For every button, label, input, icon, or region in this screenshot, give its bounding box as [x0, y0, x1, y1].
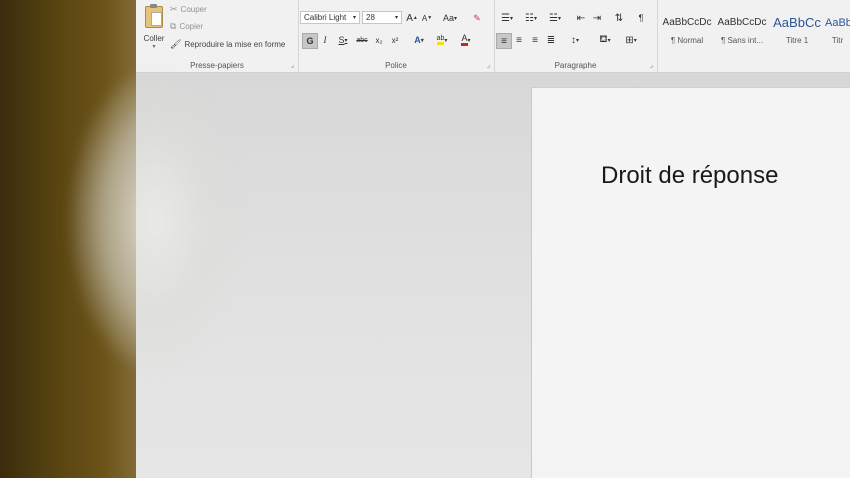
style-sample: AaBb — [825, 17, 850, 29]
clear-formatting-button[interactable]: ✎ — [470, 11, 484, 25]
font-family-value: Calibri Light — [304, 13, 347, 22]
paint-bucket-icon: ⛾ — [599, 33, 608, 45]
font-size-select[interactable]: 28 ▾ — [362, 11, 402, 24]
font-group: Calibri Light ▾ 28 ▾ A ▲ A ▼ Aa ▾ ✎ G I S ▾ … — [298, 0, 495, 72]
align-right-button[interactable]: ≡ — [528, 33, 542, 47]
style-name: ¶ Normal — [670, 36, 704, 45]
numbered-list-icon: ☷ — [525, 12, 534, 24]
multilevel-list-icon: ☱ — [549, 12, 558, 24]
chevron-down-icon: ▾ — [394, 15, 398, 21]
clipboard-icon — [145, 4, 163, 28]
cut-button[interactable]: ✂ Couper — [170, 4, 207, 15]
subscript-label: x₂ — [375, 35, 383, 45]
ribbon: Coller ▾ ✂ Couper ⧉ Copier 🖌 Reproduire … — [136, 0, 850, 73]
shrink-font-button[interactable]: A ▼ — [421, 11, 433, 25]
increase-indent-icon: ⇥ — [592, 12, 602, 24]
grow-font-button[interactable]: A ▲ — [406, 11, 418, 25]
dialog-launcher-icon[interactable]: ⌟ — [487, 61, 490, 69]
superscript-button[interactable]: x² — [388, 33, 402, 47]
style-heading-2[interactable]: AaBb Titr — [825, 8, 850, 52]
paintbrush-icon: 🖌 — [170, 39, 182, 49]
grow-font-icon: A — [406, 12, 413, 24]
document-canvas[interactable]: Droit de réponse — [136, 73, 850, 478]
align-center-icon: ≡ — [516, 34, 522, 46]
style-name: ¶ Sans int... — [720, 36, 764, 45]
document-title[interactable]: Droit de réponse — [601, 162, 778, 190]
style-sample: AaBbCc — [773, 15, 821, 30]
highlighter-icon: ab — [436, 35, 445, 45]
paragraph-group: ☰ ▾ ☷ ▾ ☱ ▾ ⇤ ⇥ ⇅ ¶ ≡ ≡ ≡ ≣ ↕ ▾ ⛾ ▾ ⊞ ▾ Paragr… — [494, 0, 658, 72]
subscript-button[interactable]: x₂ — [372, 33, 386, 47]
copy-button[interactable]: ⧉ Copier — [170, 21, 204, 32]
sort-button[interactable]: ⇅ — [612, 11, 626, 25]
chevron-down-icon: ▾ — [152, 44, 156, 50]
decrease-indent-button[interactable]: ⇤ — [574, 11, 588, 25]
styles-group: AaBbCcDc ¶ Normal AaBbCcDc ¶ Sans int...… — [658, 0, 850, 72]
format-painter-button[interactable]: 🖌 Reproduire la mise en forme — [170, 39, 286, 50]
bullets-button[interactable]: ☰ ▾ — [496, 11, 518, 25]
eraser-icon: ✎ — [473, 12, 481, 23]
borders-icon: ⊞ — [625, 34, 634, 46]
document-page[interactable]: Droit de réponse — [531, 87, 850, 478]
copy-icon: ⧉ — [170, 21, 177, 31]
paste-label: Coller — [143, 34, 165, 43]
style-no-spacing[interactable]: AaBbCcDc ¶ Sans int... — [715, 8, 769, 52]
style-sample: AaBbCcDc — [717, 17, 767, 28]
borders-button[interactable]: ⊞ ▾ — [620, 33, 642, 47]
paragraph-group-label: Paragraphe — [554, 61, 597, 70]
dialog-launcher-icon[interactable]: ⌟ — [291, 61, 294, 69]
word-window: Coller ▾ ✂ Couper ⧉ Copier 🖌 Reproduire … — [136, 0, 850, 478]
clipboard-group: Coller ▾ ✂ Couper ⧉ Copier 🖌 Reproduire … — [136, 0, 299, 72]
text-effects-button[interactable]: A ▾ — [410, 33, 428, 47]
bullet-list-icon: ☰ — [501, 12, 510, 24]
sort-icon: ⇅ — [614, 12, 624, 24]
chevron-down-icon: ▾ — [352, 15, 356, 21]
pilcrow-icon: ¶ — [638, 13, 644, 23]
foreground-blur — [70, 70, 240, 370]
show-formatting-button[interactable]: ¶ — [634, 11, 648, 25]
bold-button[interactable]: G — [302, 33, 318, 49]
style-heading-1[interactable]: AaBbCc Titre 1 — [770, 8, 824, 52]
scissors-icon: ✂ — [170, 4, 178, 14]
style-normal[interactable]: AaBbCcDc ¶ Normal — [660, 8, 714, 52]
superscript-label: x² — [391, 35, 399, 45]
numbering-button[interactable]: ☷ ▾ — [520, 11, 542, 25]
shading-button[interactable]: ⛾ ▾ — [594, 33, 616, 47]
cut-label: Couper — [180, 5, 207, 14]
font-color-button[interactable]: A ▾ — [456, 33, 476, 47]
align-right-icon: ≡ — [532, 34, 538, 46]
bold-label: G — [306, 36, 314, 46]
copy-label: Copier — [179, 22, 204, 31]
highlight-button[interactable]: ab ▾ — [432, 33, 452, 47]
italic-label: I — [323, 35, 327, 45]
strikethrough-button[interactable]: abc — [354, 33, 370, 47]
font-size-value: 28 — [366, 13, 375, 22]
justify-icon: ≣ — [546, 34, 556, 46]
font-group-label: Police — [385, 61, 407, 70]
underline-button[interactable]: S ▾ — [334, 33, 352, 47]
justify-button[interactable]: ≣ — [544, 33, 558, 47]
italic-button[interactable]: I — [319, 33, 331, 47]
change-case-button[interactable]: Aa ▾ — [440, 11, 460, 25]
style-name: Titre 1 — [785, 36, 809, 45]
clipboard-group-label: Presse-papiers — [190, 61, 244, 70]
increase-indent-button[interactable]: ⇥ — [590, 11, 604, 25]
paste-button[interactable]: Coller ▾ — [142, 4, 166, 50]
style-name: Titr — [831, 36, 844, 45]
decrease-indent-icon: ⇤ — [576, 12, 586, 24]
font-family-select[interactable]: Calibri Light ▾ — [300, 11, 360, 24]
dialog-launcher-icon[interactable]: ⌟ — [650, 61, 653, 69]
strikethrough-label: abc — [356, 36, 368, 44]
align-left-button[interactable]: ≡ — [496, 33, 512, 49]
format-painter-label: Reproduire la mise en forme — [184, 40, 286, 49]
line-spacing-button[interactable]: ↕ ▾ — [564, 33, 586, 47]
style-sample: AaBbCcDc — [662, 17, 712, 28]
change-case-label: Aa — [442, 13, 454, 23]
align-center-button[interactable]: ≡ — [512, 33, 526, 47]
multilevel-list-button[interactable]: ☱ ▾ — [544, 11, 566, 25]
align-left-icon: ≡ — [501, 35, 507, 47]
